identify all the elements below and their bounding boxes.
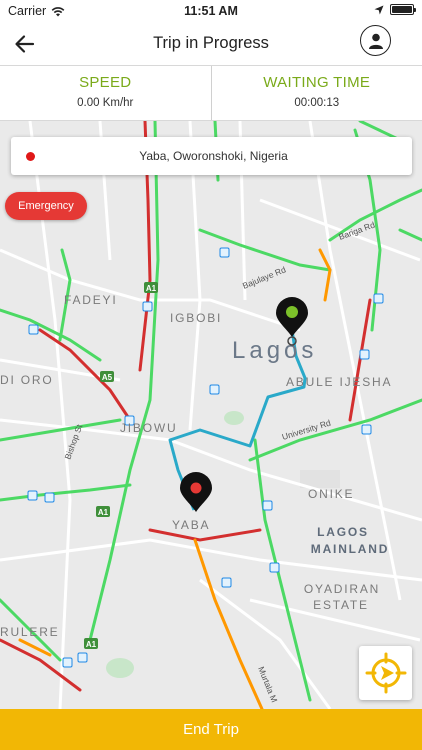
map-label-lagos-mainland-line1: LAGOS <box>317 525 369 539</box>
navigation-bar: Trip in Progress <box>0 22 422 66</box>
map-label-onike: ONIKE <box>308 487 354 501</box>
current-location-text: Yaba, Oworonshoki, Nigeria <box>139 149 288 163</box>
map-label-lagos: Lagos <box>232 337 317 364</box>
crosshair-icon <box>365 652 406 694</box>
trip-stats: SPEED 0.00 Km/hr WAITING TIME 00:00:13 <box>0 66 422 121</box>
profile-button[interactable] <box>360 25 391 56</box>
waiting-time-label: WAITING TIME <box>263 74 371 91</box>
current-location-bar[interactable]: Yaba, Oworonshoki, Nigeria <box>11 137 412 175</box>
highway-shield-a1-bottom: A1 <box>86 640 97 649</box>
emergency-button[interactable]: Emergency <box>5 192 87 220</box>
speed-value: 0.00 Km/hr <box>77 97 134 109</box>
status-icons <box>374 4 416 15</box>
location-dot-icon <box>26 151 35 161</box>
map-label-igbobi: IGBOBI <box>170 311 222 325</box>
highway-shield-a1-top: A1 <box>146 284 157 293</box>
map-label-lagos-mainland-line2: MAINLAND <box>311 542 389 556</box>
origin-indicator-dot <box>286 306 298 318</box>
page-title: Trip in Progress <box>153 34 269 52</box>
highway-shield-a5: A5 <box>102 373 113 382</box>
map-label-jibowu: JIBOWU <box>120 421 177 435</box>
highway-shield-a1-mid: A1 <box>98 508 109 517</box>
waiting-time-stat: WAITING TIME 00:00:13 <box>210 66 422 120</box>
status-bar: Carrier 11:51 AM <box>0 0 422 22</box>
speed-label: SPEED <box>79 74 132 91</box>
battery-icon <box>390 4 416 15</box>
user-icon <box>368 33 383 49</box>
map-label-surulere: RULERE <box>0 625 59 639</box>
map-label-oyadiran-line1: OYADIRAN <box>304 582 380 596</box>
waiting-time-value: 00:00:13 <box>294 97 340 109</box>
clock: 11:51 AM <box>184 4 238 18</box>
destination-indicator-dot <box>190 482 202 494</box>
map-label-yaba: YABA <box>172 518 210 532</box>
location-arrow-icon <box>374 5 384 14</box>
map-label-fadeyi: FADEYI <box>64 293 117 307</box>
speed-stat: SPEED 0.00 Km/hr <box>0 66 211 120</box>
map-label-oro: DI ORO <box>0 373 53 387</box>
map-label-abule-ijesha: ABULE IJESHA <box>286 375 392 389</box>
end-trip-button[interactable]: End Trip <box>0 709 422 750</box>
map-label-oyadiran-line2: ESTATE <box>313 598 369 612</box>
recenter-button[interactable] <box>359 646 412 700</box>
